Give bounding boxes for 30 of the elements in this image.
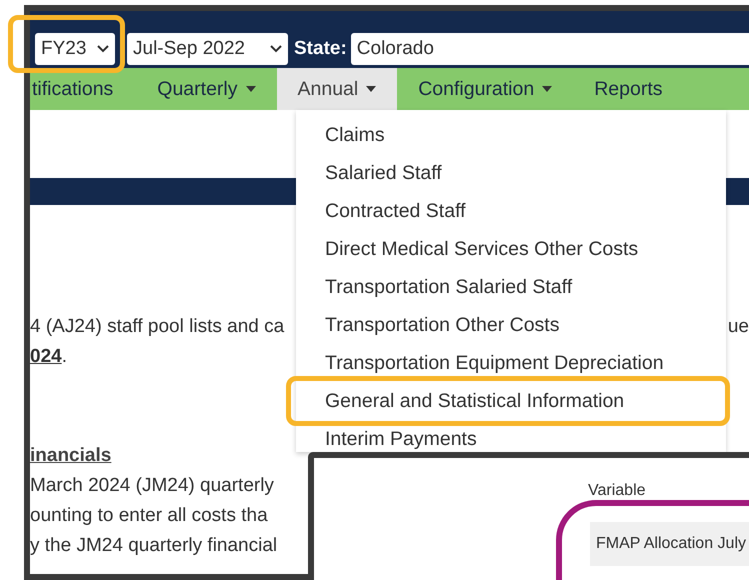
nav-item[interactable]: Reports [573,68,684,110]
column-header: Variable [588,482,646,500]
chevron-down-icon [97,45,109,53]
body-text: March 2024 (JM24) quarterly [30,474,274,498]
menu-item[interactable]: General and Statistical Information [286,376,730,426]
menu-item[interactable]: Interim Payments [296,426,726,452]
body-text: ue [728,315,749,339]
body-text: y the JM24 quarterly financial [30,534,278,558]
menu-item[interactable]: Claims [296,122,726,148]
menu-item[interactable]: Contracted Staff [296,198,726,224]
fiscal-year-select[interactable]: FY23 [35,33,115,65]
section-heading[interactable]: inancials [30,441,112,471]
menu-item[interactable]: Salaried Staff [296,160,726,186]
nav-item[interactable]: tifications [30,68,136,110]
nav-item[interactable]: Annual [276,68,398,110]
body-text: 024. [30,346,67,367]
menu-item[interactable]: Transportation Other Costs [296,312,726,338]
state-field[interactable]: Colorado [350,33,749,65]
state-label: State: [294,38,347,60]
nav-item[interactable]: Quarterly [136,68,276,110]
body-text: 4 (AJ24) staff pool lists and ca [30,315,284,339]
nav-item[interactable]: Configuration [397,68,574,110]
menu-item[interactable]: Transportation Equipment Depreciation [296,350,726,376]
menu-item[interactable]: Direct Medical Services Other Costs [296,236,726,262]
body-text: ounting to enter all costs tha [30,504,268,528]
link[interactable]: 024 [30,346,62,367]
chevron-down-icon [270,45,282,53]
quarter-select[interactable]: Jul-Sep 2022 [127,33,288,65]
table-cell: FMAP Allocation July [590,522,749,566]
menu-item[interactable]: Transportation Salaried Staff [296,274,726,300]
